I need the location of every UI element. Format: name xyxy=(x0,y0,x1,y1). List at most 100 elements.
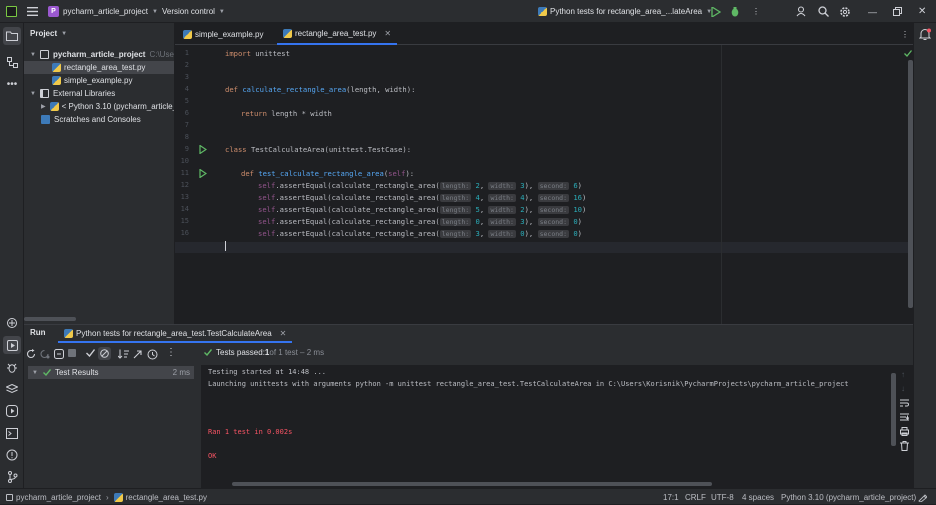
console-line: OK xyxy=(208,452,217,460)
more-actions-icon[interactable]: ⋮ xyxy=(752,0,760,23)
problems-warning-icon[interactable] xyxy=(3,446,21,464)
vcs-label: Version control xyxy=(162,7,215,16)
scroll-down-arrow-icon[interactable]: ↓ xyxy=(901,384,905,393)
settings-gear-icon[interactable] xyxy=(839,0,851,23)
app-logo-icon[interactable] xyxy=(6,0,17,23)
file-encoding[interactable]: UTF-8 xyxy=(711,489,734,505)
tree-item-simple-example[interactable]: simple_example.py xyxy=(52,74,132,87)
tree-item-external-libraries[interactable]: ▼ External Libraries xyxy=(30,87,115,100)
chevron-down-icon: ▼ xyxy=(61,30,68,37)
maximize-window-icon[interactable] xyxy=(893,0,902,23)
tree-item-scratches[interactable]: Scratches and Consoles xyxy=(41,113,141,126)
show-ignored-icon[interactable] xyxy=(98,347,111,360)
tab-simple-example[interactable]: simple_example.py xyxy=(183,23,263,45)
status-bar: pycharm_article_project › rectangle_area… xyxy=(0,488,936,504)
clear-trash-icon[interactable] xyxy=(900,441,909,453)
stop-icon[interactable] xyxy=(68,349,76,359)
python-icon xyxy=(538,7,547,16)
status-suffix: of 1 test – 2 ms xyxy=(269,348,325,357)
inspection-ok-check-icon[interactable] xyxy=(904,50,913,59)
more-options-icon[interactable]: ⋮ xyxy=(166,347,176,358)
run-config-selector[interactable]: Python tests for rectangle_area_...lateA… xyxy=(538,0,712,23)
rerun-failed-icon[interactable] xyxy=(40,349,50,361)
line-separator[interactable]: CRLF xyxy=(685,489,706,505)
lock-icon[interactable] xyxy=(918,489,927,505)
soft-wrap-icon[interactable] xyxy=(900,399,909,409)
tab-run-config[interactable]: Python tests for rectangle_area_test.Tes… xyxy=(58,325,293,343)
toggle-auto-test-icon[interactable] xyxy=(54,349,64,361)
chevron-down-icon: ▼ xyxy=(218,8,225,15)
services-play-circle-icon[interactable] xyxy=(3,402,21,420)
structure-icon[interactable] xyxy=(3,53,21,71)
caret-position[interactable]: 17:1 xyxy=(663,489,679,505)
search-icon[interactable] xyxy=(818,0,829,23)
breadcrumb-separator-icon: › xyxy=(105,492,109,502)
project-name: pycharm_article_project xyxy=(63,7,148,16)
vertical-scrollbar[interactable] xyxy=(908,60,913,308)
code-area[interactable]: import unittest def calculate_rectangle_… xyxy=(175,45,908,324)
code-line-4: def calculate_rectangle_area(length, wid… xyxy=(225,85,416,94)
python-packages-icon[interactable] xyxy=(3,314,21,332)
python-test-icon xyxy=(64,328,73,338)
console-vscrollbar[interactable] xyxy=(891,373,896,446)
tab-label: rectangle_area_test.py xyxy=(295,28,377,38)
import-tests-icon[interactable] xyxy=(133,349,143,361)
collapse-chevron-icon: ▶ xyxy=(41,104,46,110)
tab-options-icon[interactable]: ⋮ xyxy=(901,23,909,45)
run-tool-play-icon[interactable] xyxy=(3,336,21,354)
console-line: Testing started at 14:48 ... xyxy=(208,368,327,376)
run-button[interactable] xyxy=(711,0,721,23)
test-results-row[interactable]: ▼ Test Results 2 ms xyxy=(28,366,194,379)
python-file-icon xyxy=(283,28,292,38)
close-tab-icon[interactable]: ✕ xyxy=(384,29,391,38)
project-panel-title: Project xyxy=(30,29,58,38)
file-name: simple_example.py xyxy=(64,76,133,85)
project-switcher[interactable]: P pycharm_article_project ▼ xyxy=(48,0,158,23)
close-window-icon[interactable]: ✕ xyxy=(918,0,926,23)
layers-icon[interactable] xyxy=(3,380,21,398)
notifications-bell-icon[interactable] xyxy=(918,28,932,43)
run-toolbar: ⋮ Tests passed: 1 of 1 test – 2 ms xyxy=(24,345,913,363)
print-icon[interactable] xyxy=(900,427,909,438)
code-with-me-icon[interactable] xyxy=(796,0,807,23)
scroll-up-arrow-icon[interactable]: ↑ xyxy=(901,370,905,379)
project-tool-folder-icon[interactable] xyxy=(3,27,21,45)
scratches-icon xyxy=(41,115,50,124)
code-line-12: self.assertEqual(calculate_rectangle_are… xyxy=(258,181,582,190)
debug-button[interactable] xyxy=(730,0,740,23)
history-clock-icon[interactable] xyxy=(147,349,158,362)
breadcrumb-file[interactable]: rectangle_area_test.py xyxy=(126,493,207,502)
python-interpreter[interactable]: Python 3.10 (pycharm_article_project) xyxy=(781,489,916,505)
scroll-to-end-icon[interactable] xyxy=(900,413,910,424)
rerun-icon[interactable] xyxy=(26,349,36,361)
test-results-label: Test Results xyxy=(54,368,99,377)
tab-label: simple_example.py xyxy=(195,29,264,39)
debug-tool-bug-icon[interactable] xyxy=(3,358,21,376)
text-cursor xyxy=(225,241,226,251)
tree-item-root[interactable]: ▼ pycharm_article_project C:\Users\K xyxy=(30,48,174,61)
editor: simple_example.py rectangle_area_test.py… xyxy=(175,23,913,324)
console-hscrollbar[interactable] xyxy=(232,482,712,486)
vcs-menu[interactable]: Version control ▼ xyxy=(162,0,225,23)
tree-item-rectangle-area-test[interactable]: rectangle_area_test.py xyxy=(24,61,174,74)
show-passed-check-icon[interactable] xyxy=(86,349,96,359)
run-config-label: Python tests for rectangle_area_...lateA… xyxy=(550,7,703,16)
minimize-window-icon[interactable]: — xyxy=(868,0,877,23)
close-tab-icon[interactable]: ✕ xyxy=(280,329,287,338)
more-tools-icon[interactable]: ••• xyxy=(3,75,21,93)
terminal-icon[interactable] xyxy=(3,424,21,442)
git-branch-icon[interactable] xyxy=(3,468,21,486)
run-panel: Run Python tests for rectangle_area_test… xyxy=(24,325,913,488)
sort-icon[interactable] xyxy=(117,349,129,361)
project-panel-header[interactable]: Project ▼ xyxy=(30,29,67,38)
horizontal-scrollbar[interactable] xyxy=(24,317,76,321)
expand-chevron-icon: ▼ xyxy=(30,51,36,58)
check-icon xyxy=(204,349,212,356)
tab-rectangle-area-test[interactable]: rectangle_area_test.py ✕ xyxy=(277,23,398,45)
console-output[interactable]: Testing started at 14:48 ... Launching u… xyxy=(201,365,913,488)
indent-setting[interactable]: 4 spaces xyxy=(742,489,774,505)
python-sdk-label: < Python 3.10 (pycharm_article_p xyxy=(61,102,175,111)
tree-item-python-sdk[interactable]: ▶ < Python 3.10 (pycharm_article_p xyxy=(41,100,175,113)
breadcrumb-project[interactable]: pycharm_article_project xyxy=(16,493,101,502)
main-menu-icon[interactable] xyxy=(27,0,38,23)
